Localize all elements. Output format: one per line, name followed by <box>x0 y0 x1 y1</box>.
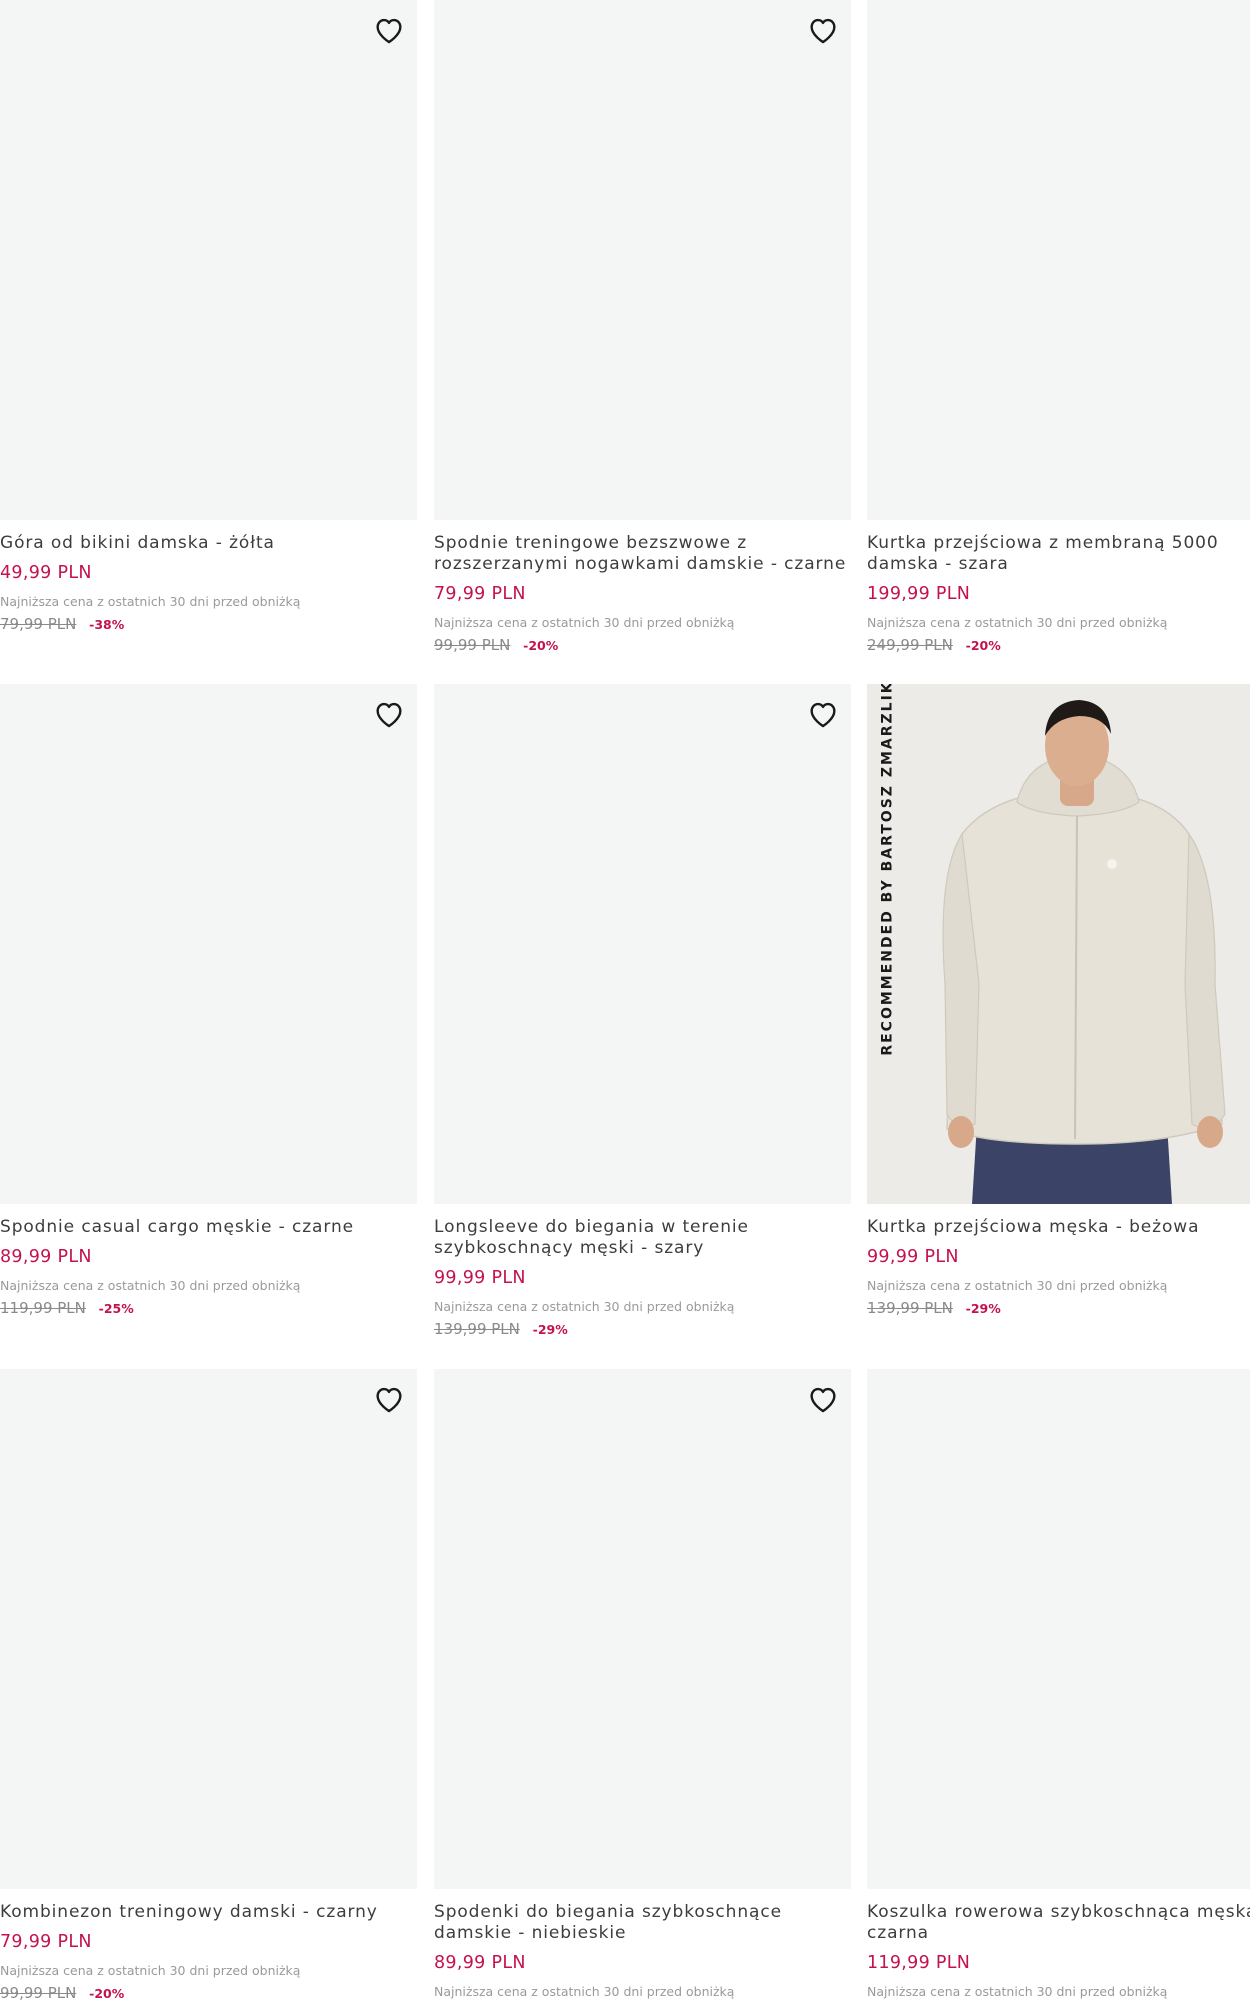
product-image[interactable] <box>0 1369 417 1889</box>
wishlist-heart-icon[interactable] <box>803 694 843 734</box>
lowest-price-label: Najniższa cena z ostatnich 30 dni przed … <box>867 1984 1168 1999</box>
product-name[interactable]: Spodenki do biegania szybkoschnące damsk… <box>434 1902 851 1944</box>
old-price: 139,99 PLN <box>434 1320 520 1338</box>
lowest-price-label: Najniższa cena z ostatnich 30 dni przed … <box>867 1278 1168 1293</box>
wishlist-heart-icon[interactable] <box>369 1379 409 1419</box>
lowest-price-label: Najniższa cena z ostatnich 30 dni przed … <box>434 615 735 630</box>
product-card[interactable]: Koszulka rowerowa szybkoschnąca męska - … <box>867 1369 1250 2014</box>
discount-badge: -20% <box>523 638 559 653</box>
product-card[interactable]: Kombinezon treningowy damski - czarny 79… <box>0 1369 417 2014</box>
lowest-price-label: Najniższa cena z ostatnich 30 dni przed … <box>0 1278 301 1293</box>
product-image[interactable] <box>0 684 417 1204</box>
product-name[interactable]: Spodnie treningowe bezszwowe z rozszerza… <box>434 533 851 575</box>
discount-badge: -25% <box>98 1301 134 1316</box>
product-price: 49,99 PLN <box>0 563 92 583</box>
product-image[interactable] <box>867 0 1250 520</box>
product-name[interactable]: Longsleeve do biegania w terenie szybkos… <box>434 1217 851 1259</box>
discount-badge: -20% <box>89 1986 125 2001</box>
wishlist-heart-icon[interactable] <box>803 1379 843 1419</box>
lowest-price-label: Najniższa cena z ostatnich 30 dni przed … <box>434 1299 735 1314</box>
old-price: 139,99 PLN <box>867 1299 953 1317</box>
product-image[interactable] <box>0 0 417 520</box>
lowest-price-label: Najniższa cena z ostatnich 30 dni przed … <box>0 1963 301 1978</box>
product-image[interactable] <box>867 1369 1250 1889</box>
wishlist-heart-icon[interactable] <box>369 10 409 50</box>
discount-badge: -29% <box>532 1322 568 1337</box>
product-image[interactable] <box>434 684 851 1204</box>
product-price: 119,99 PLN <box>867 1953 971 1973</box>
product-name[interactable]: Góra od bikini damska - żółta <box>0 533 417 554</box>
wishlist-heart-icon[interactable] <box>369 694 409 734</box>
model-jacket-image <box>867 684 1250 1204</box>
product-name[interactable]: Koszulka rowerowa szybkoschnąca męska - … <box>867 1902 1250 1944</box>
recommended-badge: RECOMMENDED BY BARTOSZ ZMARZLIK <box>880 684 896 1056</box>
product-price: 89,99 PLN <box>0 1247 92 1267</box>
product-card[interactable]: Spodnie casual cargo męskie - czarne 89,… <box>0 684 417 1368</box>
product-price: 79,99 PLN <box>0 1932 92 1952</box>
product-grid: Góra od bikini damska - żółta 49,99 PLN … <box>0 0 1250 2014</box>
lowest-price-label: Najniższa cena z ostatnich 30 dni przed … <box>0 594 301 609</box>
product-price: 99,99 PLN <box>867 1247 959 1267</box>
old-price: 99,99 PLN <box>434 636 511 654</box>
product-name[interactable]: Kombinezon treningowy damski - czarny <box>0 1902 417 1923</box>
product-price: 99,99 PLN <box>434 1268 526 1288</box>
discount-badge: -29% <box>965 1301 1001 1316</box>
discount-badge: -20% <box>965 638 1001 653</box>
product-price: 89,99 PLN <box>434 1953 526 1973</box>
old-price: 249,99 PLN <box>867 636 953 654</box>
product-card[interactable]: Kurtka przejściowa z membraną 5000 damsk… <box>867 0 1250 684</box>
product-card[interactable]: RECOMMENDED BY BARTOSZ ZMARZLIK Kurtka p… <box>867 684 1250 1368</box>
product-card[interactable]: Longsleeve do biegania w terenie szybkos… <box>434 684 851 1368</box>
product-card[interactable]: Spodnie treningowe bezszwowe z rozszerza… <box>434 0 851 684</box>
product-price: 79,99 PLN <box>434 584 526 604</box>
old-price: 79,99 PLN <box>0 615 77 633</box>
product-image[interactable] <box>867 684 1250 1204</box>
product-name[interactable]: Spodnie casual cargo męskie - czarne <box>0 1217 417 1238</box>
wishlist-heart-icon[interactable] <box>1244 10 1250 50</box>
discount-badge: -38% <box>89 617 125 632</box>
product-card[interactable]: Spodenki do biegania szybkoschnące damsk… <box>434 1369 851 2014</box>
old-price: 99,99 PLN <box>0 1984 77 2002</box>
wishlist-heart-icon[interactable] <box>1244 694 1250 734</box>
wishlist-heart-icon[interactable] <box>803 10 843 50</box>
product-name[interactable]: Kurtka przejściowa męska - beżowa <box>867 1217 1250 1238</box>
product-price: 199,99 PLN <box>867 584 971 604</box>
product-name[interactable]: Kurtka przejściowa z membraną 5000 damsk… <box>867 533 1250 575</box>
lowest-price-label: Najniższa cena z ostatnich 30 dni przed … <box>867 615 1168 630</box>
lowest-price-label: Najniższa cena z ostatnich 30 dni przed … <box>434 1984 735 1999</box>
wishlist-heart-icon[interactable] <box>1244 1379 1250 1419</box>
product-image[interactable] <box>434 0 851 520</box>
product-card[interactable]: Góra od bikini damska - żółta 49,99 PLN … <box>0 0 417 684</box>
old-price: 119,99 PLN <box>0 1299 86 1317</box>
product-image[interactable] <box>434 1369 851 1889</box>
